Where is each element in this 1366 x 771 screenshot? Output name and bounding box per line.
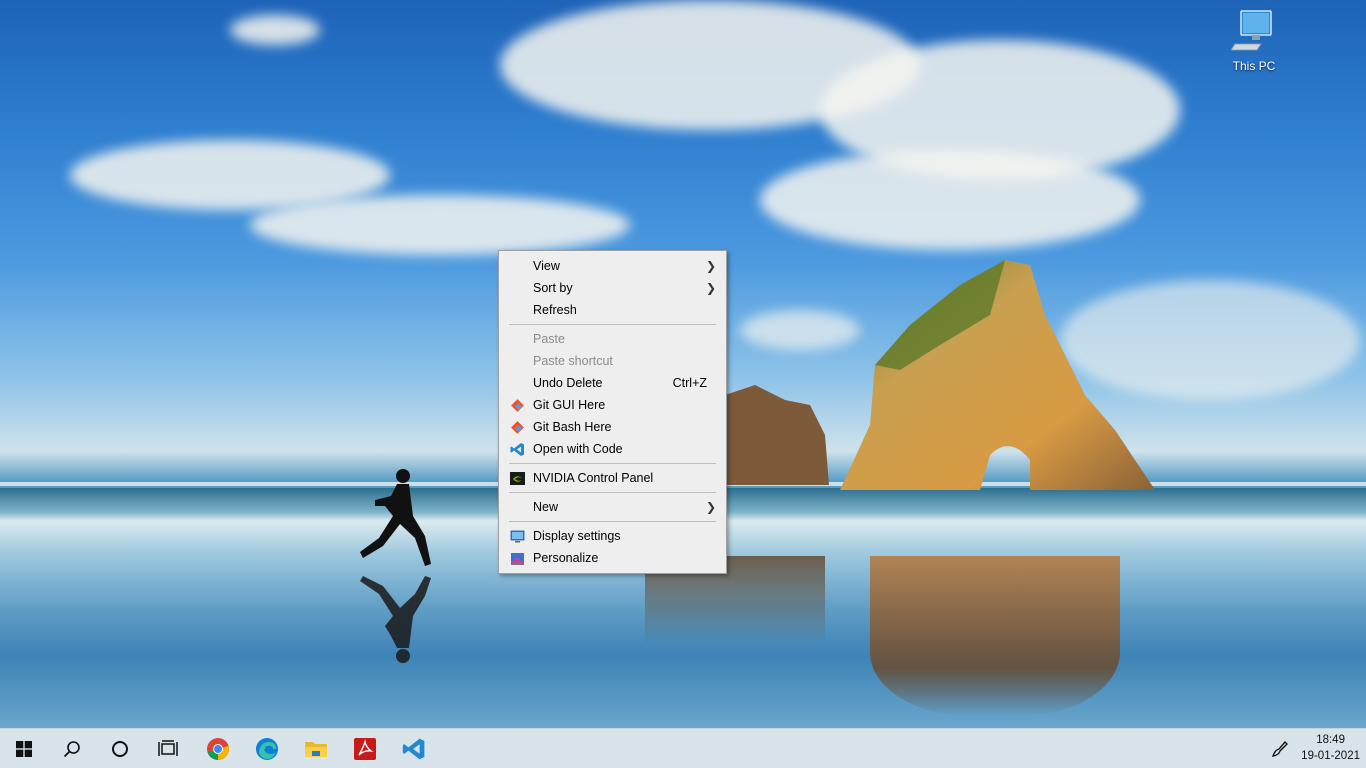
this-pc-icon — [1230, 10, 1272, 51]
sea-arch-rock — [840, 260, 1155, 490]
nvidia-icon — [510, 472, 525, 485]
menu-item-label: New — [533, 500, 559, 514]
git-bash-icon — [511, 421, 524, 434]
menu-item-display-settings[interactable]: Display settings — [499, 525, 726, 547]
personalize-icon — [511, 553, 524, 565]
menu-separator — [509, 492, 716, 493]
chrome-button[interactable] — [194, 729, 242, 768]
menu-item-label: Personalize — [533, 551, 599, 565]
search-icon — [63, 740, 80, 757]
chrome-icon — [207, 737, 229, 760]
display-settings-icon — [510, 530, 525, 543]
clock[interactable]: 18:49 19-01-2021 — [1301, 729, 1360, 771]
menu-item-shortcut: Ctrl+Z — [672, 376, 707, 390]
cloud — [250, 195, 630, 255]
windows-logo-icon — [16, 740, 32, 757]
menu-item-paste-shortcut[interactable]: Paste shortcut — [499, 350, 726, 372]
task-view-button[interactable] — [144, 729, 192, 768]
menu-item-paste[interactable]: Paste — [499, 328, 726, 350]
cloud — [760, 150, 1140, 250]
acrobat-icon — [354, 737, 376, 760]
file-explorer-button[interactable] — [292, 729, 340, 768]
menu-item-label: Git Bash Here — [533, 420, 612, 434]
menu-separator — [509, 324, 716, 325]
menu-separator — [509, 521, 716, 522]
git-gui-icon — [511, 399, 524, 412]
chevron-right-icon: ❯ — [705, 281, 716, 295]
cortana-button[interactable] — [96, 729, 144, 768]
menu-item-label: Display settings — [533, 529, 621, 543]
menu-item-nvidia-control-panel[interactable]: NVIDIA Control Panel — [499, 467, 726, 489]
taskbar: 18:49 19-01-2021 — [0, 728, 1366, 768]
edge-button[interactable] — [243, 729, 291, 768]
menu-item-undo-delete[interactable]: Undo Delete Ctrl+Z — [499, 372, 726, 394]
menu-item-label: Paste shortcut — [533, 354, 613, 368]
vscode-button[interactable] — [390, 729, 438, 768]
menu-item-label: Undo Delete — [533, 376, 603, 390]
clock-time: 18:49 — [1316, 734, 1345, 746]
runner-reflection — [360, 576, 431, 663]
menu-item-open-with-code[interactable]: Open with Code — [499, 438, 726, 460]
pen-workspace-icon — [1271, 740, 1288, 757]
menu-item-git-bash-here[interactable]: Git Bash Here — [499, 416, 726, 438]
chevron-right-icon: ❯ — [705, 500, 716, 514]
this-pc-label: This PC — [1232, 59, 1276, 73]
pen-workspace-button[interactable] — [1266, 729, 1294, 768]
rock-reflection — [870, 556, 1120, 716]
menu-item-label: Git GUI Here — [533, 398, 606, 412]
cortana-circle-icon — [112, 740, 128, 757]
menu-item-git-gui-here[interactable]: Git GUI Here — [499, 394, 726, 416]
menu-item-label: View — [533, 259, 560, 273]
clock-date: 19-01-2021 — [1301, 750, 1360, 762]
menu-item-label: Open with Code — [533, 442, 623, 456]
menu-item-label: Paste — [533, 332, 565, 346]
desktop-context-menu: View ❯ Sort by ❯ Refresh Paste Paste sho… — [498, 250, 727, 574]
search-button[interactable] — [48, 729, 96, 768]
menu-item-refresh[interactable]: Refresh — [499, 299, 726, 321]
this-pc-desktop-icon[interactable]: This PC — [1224, 8, 1284, 73]
small-rock — [725, 385, 829, 485]
menu-item-label: Refresh — [533, 303, 577, 317]
vscode-icon — [402, 738, 425, 759]
menu-separator — [509, 463, 716, 464]
edge-icon — [256, 737, 278, 760]
task-view-icon — [158, 739, 178, 756]
menu-item-new[interactable]: New ❯ — [499, 496, 726, 518]
acrobat-button[interactable] — [341, 729, 389, 768]
runner-silhouette — [360, 469, 431, 566]
menu-item-sort-by[interactable]: Sort by ❯ — [499, 277, 726, 299]
menu-item-personalize[interactable]: Personalize — [499, 547, 726, 569]
menu-item-label: Sort by — [533, 281, 573, 295]
menu-item-label: NVIDIA Control Panel — [533, 471, 654, 485]
start-button[interactable] — [0, 729, 48, 768]
chevron-right-icon: ❯ — [705, 259, 716, 273]
menu-item-view[interactable]: View ❯ — [499, 255, 726, 277]
cloud — [230, 15, 320, 45]
folder-icon — [305, 741, 327, 757]
vscode-icon — [510, 443, 524, 456]
